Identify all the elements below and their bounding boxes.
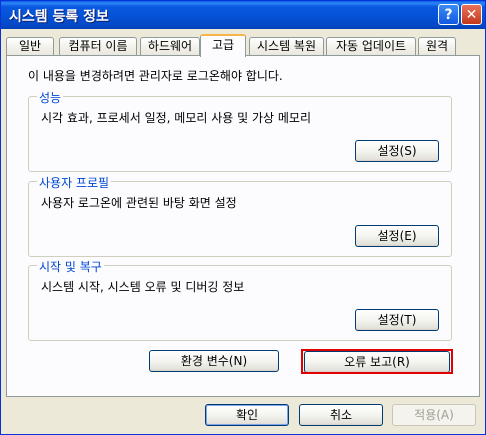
admin-notice: 이 내용을 변경하려면 관리자로 로그온해야 합니다.	[28, 69, 283, 83]
startup-recovery-legend: 시작 및 복구	[37, 258, 104, 275]
tab-general[interactable]: 일반	[6, 37, 54, 56]
help-button[interactable]: ?	[438, 4, 459, 25]
user-profiles-legend: 사용자 프로필	[37, 174, 112, 191]
apply-button[interactable]: 적용(A)	[392, 404, 476, 426]
error-reporting-highlight	[301, 349, 453, 374]
environment-variables-button[interactable]: 환경 변수(N)	[149, 350, 279, 372]
tab-system-restore[interactable]: 시스템 복원	[249, 37, 324, 56]
tab-advanced[interactable]: 고급	[200, 34, 246, 57]
user-profiles-description: 사용자 로그온에 관련된 바탕 화면 설정	[41, 196, 237, 210]
tab-remote[interactable]: 원격	[418, 37, 456, 56]
close-button[interactable]: ✕	[461, 4, 482, 25]
ok-button[interactable]: 확인	[205, 404, 289, 426]
user-profiles-group: 사용자 프로필 사용자 로그온에 관련된 바탕 화면 설정 설정(E)	[28, 174, 452, 257]
performance-settings-button[interactable]: 설정(S)	[355, 140, 439, 162]
startup-recovery-group: 시작 및 복구 시스템 시작, 시스템 오류 및 디버깅 정보 설정(T)	[28, 258, 452, 341]
system-properties-dialog: 시스템 등록 정보 ? ✕ 일반 컴퓨터 이름 하드웨어 고급 시스템 복원 자…	[0, 0, 486, 435]
tab-computer-name[interactable]: 컴퓨터 이름	[59, 37, 137, 56]
startup-recovery-settings-button[interactable]: 설정(T)	[355, 309, 439, 331]
cancel-button[interactable]: 취소	[299, 404, 383, 426]
performance-group: 성능 시각 효과, 프로세서 일정, 메모리 사용 및 가상 메모리 설정(S)	[28, 89, 452, 172]
startup-recovery-description: 시스템 시작, 시스템 오류 및 디버깅 정보	[41, 280, 245, 294]
title-bar[interactable]: 시스템 등록 정보 ? ✕	[1, 1, 485, 29]
help-icon: ?	[444, 6, 453, 23]
close-icon: ✕	[465, 6, 478, 23]
user-profiles-settings-button[interactable]: 설정(E)	[355, 225, 439, 247]
tab-automatic-updates[interactable]: 자동 업데이트	[326, 37, 416, 56]
tab-hardware[interactable]: 하드웨어	[140, 37, 200, 56]
performance-description: 시각 효과, 프로세서 일정, 메모리 사용 및 가상 메모리	[41, 111, 311, 125]
window-title: 시스템 등록 정보	[9, 9, 109, 25]
performance-legend: 성능	[37, 89, 64, 106]
